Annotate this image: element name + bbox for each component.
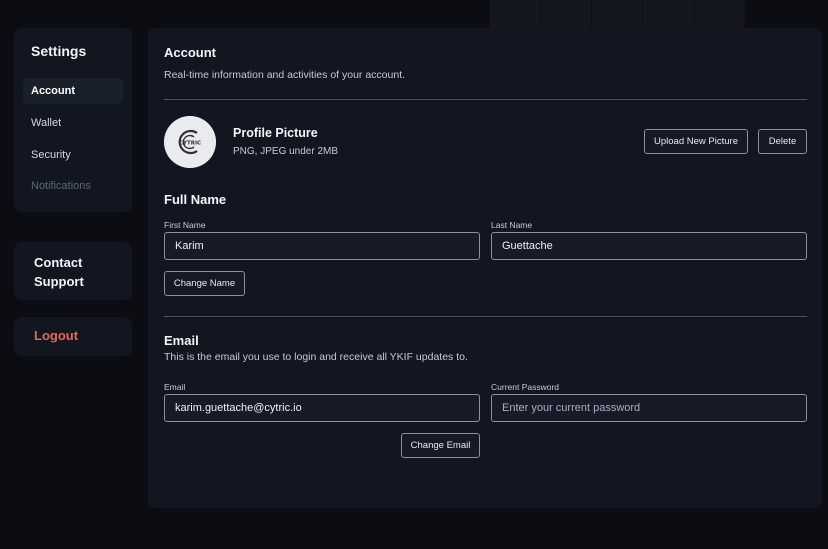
change-email-button[interactable]: Change Email bbox=[401, 433, 480, 458]
upload-picture-button[interactable]: Upload New Picture bbox=[644, 129, 748, 154]
sidebar-item-account[interactable]: Account bbox=[23, 78, 123, 104]
delete-picture-button[interactable]: Delete bbox=[758, 129, 807, 154]
cytric-logo-icon: CYTRIC bbox=[164, 116, 216, 168]
email-title: Email bbox=[164, 333, 199, 348]
last-name-label: Last Name bbox=[491, 220, 533, 230]
first-name-input[interactable] bbox=[164, 232, 480, 260]
page-title: Account bbox=[164, 45, 216, 60]
contact-support-label: Contact Support bbox=[34, 255, 84, 289]
logout-label: Logout bbox=[34, 328, 79, 343]
sidebar-item-notifications[interactable]: Notifications bbox=[23, 173, 123, 199]
avatar: CYTRIC bbox=[164, 116, 216, 168]
logout-button[interactable]: Logout bbox=[14, 317, 132, 356]
last-name-input[interactable] bbox=[491, 232, 807, 260]
change-name-button[interactable]: Change Name bbox=[164, 271, 245, 296]
full-name-title: Full Name bbox=[164, 192, 227, 207]
contact-support-button[interactable]: Contact Support bbox=[14, 242, 132, 300]
first-name-label: First Name bbox=[164, 220, 206, 230]
divider bbox=[164, 99, 807, 100]
email-input[interactable] bbox=[164, 394, 480, 422]
current-password-label: Current Password bbox=[491, 382, 560, 392]
sidebar-title: Settings bbox=[31, 43, 87, 59]
profile-picture-hint: PNG, JPEG under 2MB bbox=[233, 146, 339, 157]
divider bbox=[164, 316, 807, 317]
page-subtitle: Real-time information and activities of … bbox=[164, 69, 406, 81]
current-password-input[interactable] bbox=[491, 394, 807, 422]
avatar-text: CYTRIC bbox=[179, 141, 201, 147]
sidebar-item-security[interactable]: Security bbox=[23, 142, 123, 168]
email-subtitle: This is the email you use to login and r… bbox=[164, 351, 468, 363]
settings-sidebar: Settings Account Wallet Security Notific… bbox=[14, 28, 132, 212]
profile-picture-title: Profile Picture bbox=[233, 126, 318, 140]
sidebar-item-wallet[interactable]: Wallet bbox=[23, 110, 123, 136]
account-panel: Account Real-time information and activi… bbox=[148, 28, 822, 508]
email-label: Email bbox=[164, 382, 186, 392]
